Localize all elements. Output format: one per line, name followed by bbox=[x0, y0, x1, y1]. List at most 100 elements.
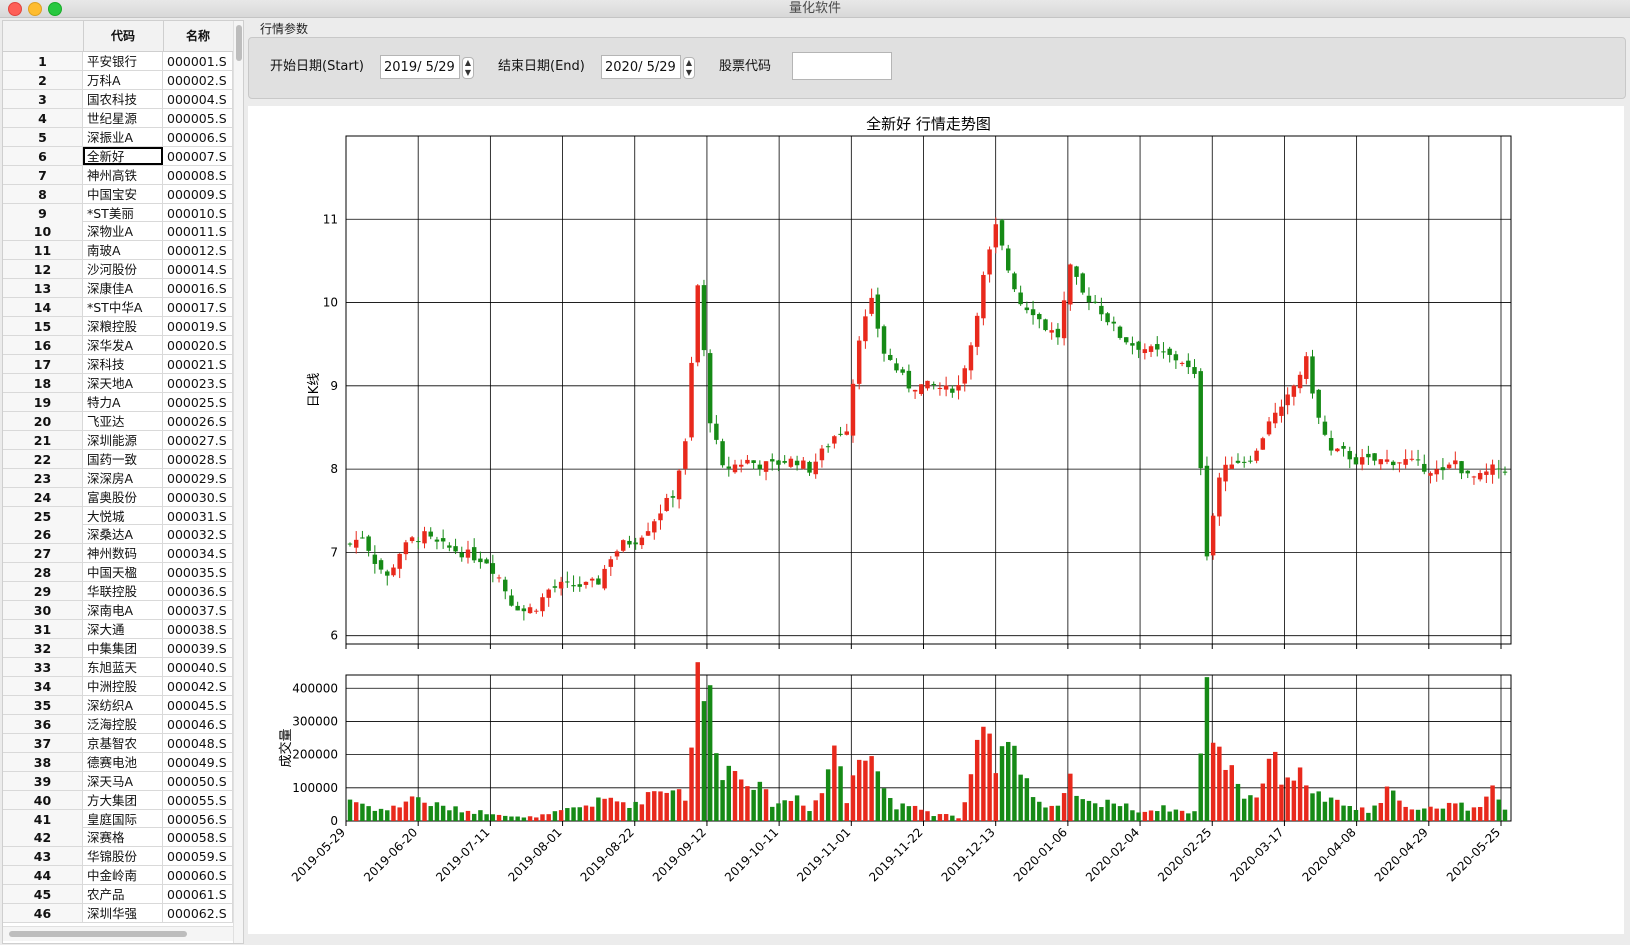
table-row[interactable]: 18 深天地A 000023.S bbox=[3, 373, 233, 393]
stock-code-cell[interactable]: 000005.S bbox=[163, 108, 233, 127]
table-row[interactable]: 6 全新好 000007.S bbox=[3, 146, 233, 166]
table-row[interactable]: 1 平安银行 000001.S bbox=[3, 52, 233, 71]
table-row[interactable]: 20 飞亚达 000026.S bbox=[3, 411, 233, 431]
row-index[interactable]: 13 bbox=[3, 279, 83, 298]
stock-name-cell[interactable]: 国农科技 bbox=[83, 89, 163, 108]
stock-code-cell[interactable]: 000011.S bbox=[163, 222, 233, 241]
row-index[interactable]: 7 bbox=[3, 165, 83, 184]
stock-code-cell[interactable]: 000039.S bbox=[163, 639, 233, 658]
stock-name-cell[interactable]: 京基智农 bbox=[83, 733, 163, 752]
stock-name-cell[interactable]: 华联控股 bbox=[83, 582, 163, 601]
vertical-scroll-thumb[interactable] bbox=[236, 25, 242, 61]
row-index[interactable]: 34 bbox=[3, 676, 83, 695]
row-index[interactable]: 33 bbox=[3, 658, 83, 676]
table-row[interactable]: 43 华锦股份 000059.S bbox=[3, 847, 233, 867]
row-index[interactable]: 14 bbox=[3, 298, 83, 317]
stock-name-cell[interactable]: 特力A bbox=[83, 392, 163, 411]
table-row[interactable]: 33 东旭蓝天 000040.S bbox=[3, 658, 233, 677]
row-index[interactable]: 8 bbox=[3, 184, 83, 203]
row-index[interactable]: 25 bbox=[3, 506, 83, 525]
stock-name-cell[interactable]: 方大集团 bbox=[83, 790, 163, 809]
stock-code-cell[interactable]: 000031.S bbox=[163, 506, 233, 525]
table-row[interactable]: 45 农产品 000061.S bbox=[3, 885, 233, 905]
stock-code-cell[interactable]: 000025.S bbox=[163, 392, 233, 411]
stock-code-cell[interactable]: 000062.S bbox=[163, 904, 233, 923]
table-horizontal-scrollbar[interactable] bbox=[3, 926, 233, 941]
stock-code-cell[interactable]: 000007.S bbox=[163, 146, 233, 165]
stock-name-cell[interactable]: 深圳能源 bbox=[83, 430, 163, 449]
table-row[interactable]: 2 万科A 000002.S bbox=[3, 70, 233, 90]
stock-code-cell[interactable]: 000029.S bbox=[163, 468, 233, 487]
stock-name-cell[interactable]: 中集集团 bbox=[83, 639, 163, 658]
stock-code-cell[interactable]: 000056.S bbox=[163, 809, 233, 828]
stock-name-cell[interactable]: 深桑达A bbox=[83, 525, 163, 544]
stock-name-cell[interactable]: 国药一致 bbox=[83, 449, 163, 468]
chevron-down-icon[interactable]: ▼ bbox=[465, 68, 471, 77]
table-row[interactable]: 27 神州数码 000034.S bbox=[3, 544, 233, 564]
stock-name-cell[interactable]: 富奥股份 bbox=[83, 487, 163, 506]
end-date-stepper[interactable]: ▲ ▼ bbox=[683, 57, 695, 79]
start-date-field[interactable]: 2019/ 5/29 bbox=[380, 55, 460, 79]
stock-name-cell[interactable]: 深赛格 bbox=[83, 828, 163, 847]
table-row[interactable]: 24 富奥股份 000030.S bbox=[3, 487, 233, 507]
table-row[interactable]: 12 沙河股份 000014.S bbox=[3, 260, 233, 280]
stock-code-cell[interactable]: 000048.S bbox=[163, 733, 233, 752]
row-index[interactable]: 18 bbox=[3, 373, 83, 392]
row-index[interactable]: 36 bbox=[3, 714, 83, 733]
stock-code-cell[interactable]: 000045.S bbox=[163, 695, 233, 714]
stock-name-cell[interactable]: 全新好 bbox=[83, 146, 163, 165]
row-index[interactable]: 2 bbox=[3, 70, 83, 89]
stock-table[interactable]: 代码 名称 1 平安银行 000001.S 2 万科A 000002.S 3 国农科技 0000… bbox=[2, 20, 244, 944]
table-row[interactable]: 25 大悦城 000031.S bbox=[3, 506, 233, 526]
table-row[interactable]: 29 华联控股 000036.S bbox=[3, 582, 233, 602]
stock-name-cell[interactable]: 中国天楹 bbox=[83, 563, 163, 582]
row-index[interactable]: 43 bbox=[3, 847, 83, 866]
table-row[interactable]: 11 南玻A 000012.S bbox=[3, 241, 233, 261]
stock-name-cell[interactable]: 深南电A bbox=[83, 601, 163, 620]
row-index[interactable]: 5 bbox=[3, 127, 83, 146]
header-name[interactable]: 名称 bbox=[163, 21, 234, 51]
table-row[interactable]: 14 *ST中华A 000017.S bbox=[3, 298, 233, 318]
table-row[interactable]: 5 深振业A 000006.S bbox=[3, 127, 233, 147]
stock-name-cell[interactable]: *ST中华A bbox=[83, 298, 163, 317]
table-row[interactable]: 15 深粮控股 000019.S bbox=[3, 317, 233, 337]
stock-code-cell[interactable]: 000028.S bbox=[163, 449, 233, 468]
row-index[interactable]: 19 bbox=[3, 392, 83, 411]
table-row[interactable]: 30 深南电A 000037.S bbox=[3, 601, 233, 621]
table-row[interactable]: 3 国农科技 000004.S bbox=[3, 89, 233, 109]
stock-code-cell[interactable]: 000040.S bbox=[163, 658, 233, 676]
table-row[interactable]: 19 特力A 000025.S bbox=[3, 392, 233, 412]
stock-code-cell[interactable]: 000017.S bbox=[163, 298, 233, 317]
row-index[interactable]: 37 bbox=[3, 733, 83, 752]
stock-code-cell[interactable]: 000014.S bbox=[163, 260, 233, 279]
row-index[interactable]: 20 bbox=[3, 411, 83, 430]
stock-code-cell[interactable]: 000059.S bbox=[163, 847, 233, 866]
table-row[interactable]: 9 *ST美丽 000010.S bbox=[3, 203, 233, 223]
stock-code-cell[interactable]: 000042.S bbox=[163, 676, 233, 695]
stock-code-cell[interactable]: 000004.S bbox=[163, 89, 233, 108]
chevron-up-icon[interactable]: ▲ bbox=[465, 58, 471, 67]
stock-code-cell[interactable]: 000034.S bbox=[163, 544, 233, 563]
stock-name-cell[interactable]: 大悦城 bbox=[83, 506, 163, 525]
stock-code-cell[interactable]: 000058.S bbox=[163, 828, 233, 847]
stock-code-cell[interactable]: 000037.S bbox=[163, 601, 233, 620]
stock-name-cell[interactable]: 南玻A bbox=[83, 241, 163, 260]
stock-name-cell[interactable]: 沙河股份 bbox=[83, 260, 163, 279]
stock-name-cell[interactable]: 深粮控股 bbox=[83, 317, 163, 336]
row-index[interactable]: 31 bbox=[3, 620, 83, 639]
table-row[interactable]: 23 深深房A 000029.S bbox=[3, 468, 233, 488]
row-index[interactable]: 29 bbox=[3, 582, 83, 601]
row-index[interactable]: 28 bbox=[3, 563, 83, 582]
table-row[interactable]: 31 深大通 000038.S bbox=[3, 620, 233, 640]
stock-name-cell[interactable]: 中国宝安 bbox=[83, 184, 163, 203]
stock-name-cell[interactable]: 中金岭南 bbox=[83, 866, 163, 885]
end-date-field[interactable]: 2020/ 5/29 bbox=[601, 55, 681, 79]
table-row[interactable]: 32 中集集团 000039.S bbox=[3, 639, 233, 658]
table-row[interactable]: 42 深赛格 000058.S bbox=[3, 828, 233, 848]
row-index[interactable]: 32 bbox=[3, 639, 83, 658]
table-row[interactable]: 8 中国宝安 000009.S bbox=[3, 184, 233, 204]
table-row[interactable]: 28 中国天楹 000035.S bbox=[3, 563, 233, 583]
stock-name-cell[interactable]: 万科A bbox=[83, 70, 163, 89]
row-index[interactable]: 21 bbox=[3, 430, 83, 449]
row-index[interactable]: 41 bbox=[3, 809, 83, 828]
